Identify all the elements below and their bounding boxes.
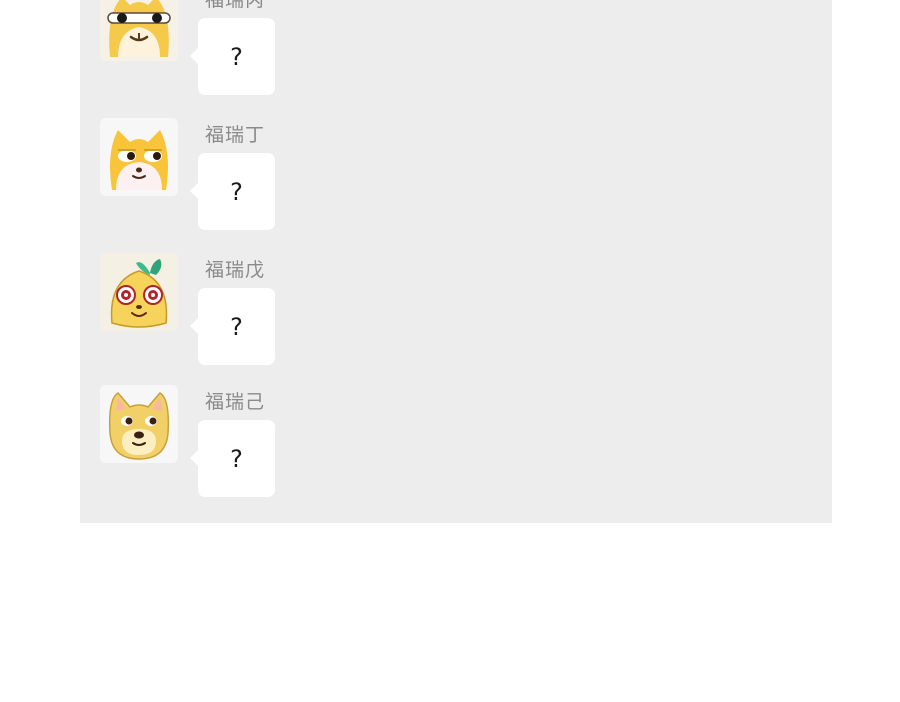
- chat-message: 福瑞戊 ?: [80, 253, 832, 373]
- chat-history-panel: 福瑞丙 ? 福瑞丁 ? 福瑞戊 ? 福瑞己 ?: [80, 0, 832, 523]
- message-bubble[interactable]: ?: [190, 18, 275, 95]
- message-bubble[interactable]: ?: [190, 288, 275, 365]
- avatar[interactable]: [100, 253, 178, 331]
- message-text: ?: [230, 177, 243, 206]
- avatar[interactable]: [100, 0, 178, 61]
- sender-name: 福瑞丙: [205, 0, 266, 11]
- sunglasses-dog-icon: [100, 0, 178, 61]
- message-text: ?: [230, 312, 243, 341]
- side-eye-shiba-icon: [100, 118, 178, 196]
- doge-icon: [100, 385, 178, 463]
- message-bubble[interactable]: ?: [190, 153, 275, 230]
- message-bubble[interactable]: ?: [190, 420, 275, 497]
- sender-name: 福瑞己: [205, 391, 266, 413]
- sprout-dog-icon: [100, 253, 178, 331]
- chat-message: 福瑞丙 ?: [80, 0, 832, 103]
- sender-name: 福瑞丁: [205, 124, 266, 146]
- message-text: ?: [230, 444, 243, 473]
- chat-message: 福瑞己 ?: [80, 385, 832, 505]
- avatar[interactable]: [100, 385, 178, 463]
- sender-name: 福瑞戊: [205, 259, 266, 281]
- chat-message: 福瑞丁 ?: [80, 118, 832, 238]
- avatar[interactable]: [100, 118, 178, 196]
- message-text: ?: [230, 42, 243, 71]
